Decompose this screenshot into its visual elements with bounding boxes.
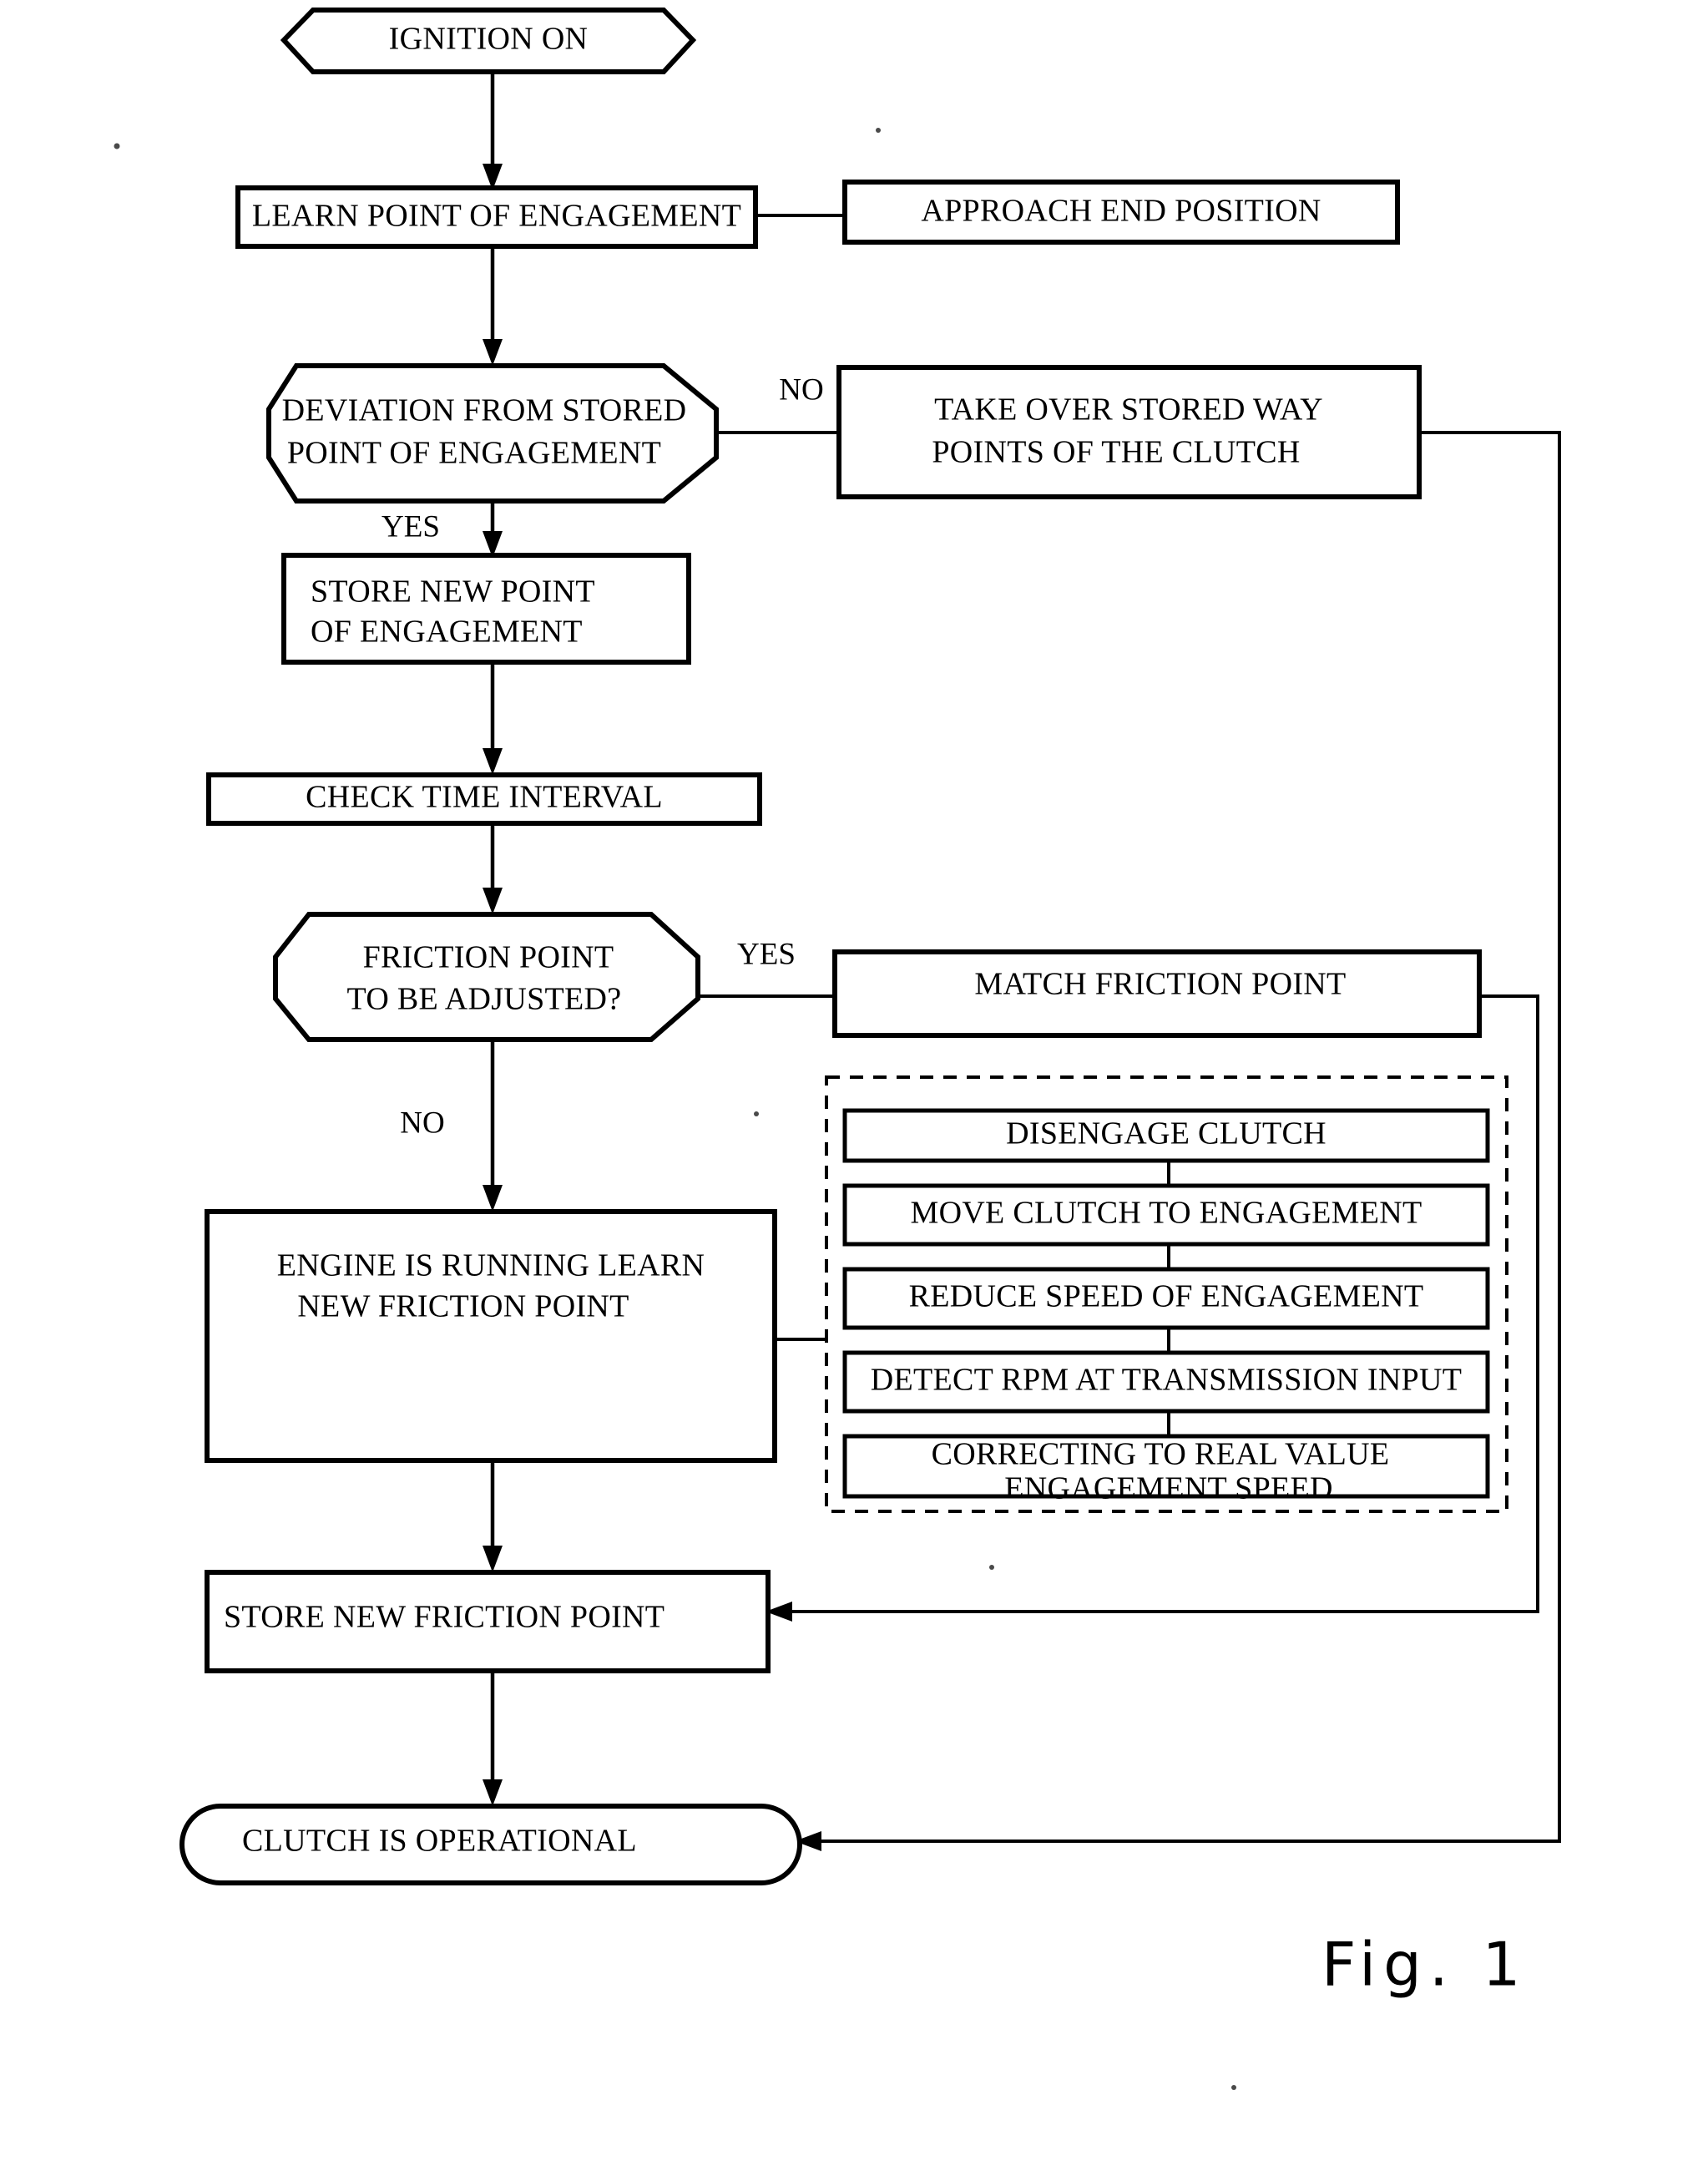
figure-root: IGNITION ON LEARN POINT OF ENGAGEMENT AP… — [0, 0, 1708, 2171]
scan-speck — [114, 143, 120, 149]
flowchart-svg: IGNITION ON LEARN POINT OF ENGAGEMENT AP… — [114, 8, 1561, 2090]
subprocess-step-3-label: REDUCE SPEED OF ENGAGEMENT — [909, 1279, 1424, 1314]
arrowhead-friction — [483, 888, 503, 914]
check-interval-label: CHECK TIME INTERVAL — [306, 780, 663, 815]
branch-label-deviation-yes: YES — [382, 509, 440, 544]
node-clutch-operational[interactable]: CLUTCH IS OPERATIONAL — [179, 1804, 802, 1885]
match-friction-label: MATCH FRICTION POINT — [974, 967, 1346, 1002]
take-over-label-line1: TAKE OVER STORED WAY — [934, 392, 1323, 428]
subprocess-step-5[interactable]: CORRECTING TO REAL VALUE ENGAGEMENT SPEE… — [842, 1434, 1490, 1506]
ignition-on-label: IGNITION ON — [389, 22, 589, 57]
arrowhead-clutch — [483, 1779, 503, 1806]
arrowhead-storefriction — [483, 1546, 503, 1572]
arrowhead-deviation — [483, 339, 503, 366]
engine-running-label-line2: NEW FRICTION POINT — [297, 1289, 629, 1324]
friction-decision-label-line1: FRICTION POINT — [363, 940, 614, 975]
node-store-friction[interactable]: STORE NEW FRICTION POINT — [205, 1570, 771, 1673]
subprocess-step-3[interactable]: REDUCE SPEED OF ENGAGEMENT — [842, 1267, 1490, 1330]
subprocess-step-4[interactable]: DETECT RPM AT TRANSMISSION INPUT — [842, 1350, 1490, 1414]
deviation-label-line2: POINT OF ENGAGEMENT — [287, 436, 661, 471]
arrowhead-engine — [483, 1185, 503, 1212]
clutch-operational-label: CLUTCH IS OPERATIONAL — [242, 1824, 637, 1859]
subprocess-step-4-label: DETECT RPM AT TRANSMISSION INPUT — [871, 1363, 1463, 1398]
deviation-shape — [266, 363, 719, 504]
store-new-point-label-line2: OF ENGAGEMENT — [311, 615, 583, 650]
friction-decision-shape — [273, 912, 700, 1042]
friction-decision-label-line2: TO BE ADJUSTED? — [347, 982, 622, 1017]
node-take-over[interactable]: TAKE OVER STORED WAY POINTS OF THE CLUTC… — [836, 365, 1422, 499]
scan-speck — [1231, 2085, 1236, 2090]
node-approach-end[interactable]: APPROACH END POSITION — [842, 180, 1400, 245]
subprocess-step-5-label-line2: ENGAGEMENT SPEED — [1004, 1471, 1333, 1506]
store-new-point-label-line1: STORE NEW POINT — [311, 574, 595, 610]
take-over-shape — [836, 365, 1422, 499]
node-store-new-point[interactable]: STORE NEW POINT OF ENGAGEMENT — [281, 553, 691, 665]
subprocess-step-1[interactable]: DISENGAGE CLUTCH — [842, 1108, 1490, 1163]
node-ignition-on[interactable]: IGNITION ON — [280, 8, 697, 74]
deviation-label-line1: DEVIATION FROM STORED — [282, 393, 687, 428]
store-friction-label: STORE NEW FRICTION POINT — [224, 1600, 665, 1635]
node-friction-decision[interactable]: FRICTION POINT TO BE ADJUSTED? — [273, 912, 700, 1042]
node-deviation-decision[interactable]: DEVIATION FROM STORED POINT OF ENGAGEMEN… — [266, 363, 719, 504]
branch-label-friction-no: NO — [400, 1106, 444, 1140]
engine-running-label-line1: ENGINE IS RUNNING LEARN — [277, 1248, 705, 1283]
subprocess-group: DISENGAGE CLUTCH MOVE CLUTCH TO ENGAGEME… — [825, 1075, 1508, 1513]
learn-point-label: LEARN POINT OF ENGAGEMENT — [252, 199, 741, 234]
scan-speck — [876, 128, 881, 133]
node-engine-running[interactable]: ENGINE IS RUNNING LEARN NEW FRICTION POI… — [205, 1209, 777, 1463]
subprocess-step-5-label-line1: CORRECTING TO REAL VALUE — [932, 1437, 1390, 1472]
branch-label-deviation-no: NO — [779, 372, 823, 407]
node-check-interval[interactable]: CHECK TIME INTERVAL — [206, 772, 762, 826]
subprocess-step-1-label: DISENGAGE CLUTCH — [1006, 1116, 1326, 1151]
node-match-friction[interactable]: MATCH FRICTION POINT — [832, 949, 1482, 1038]
subprocess-step-2[interactable]: MOVE CLUTCH TO ENGAGEMENT — [842, 1183, 1490, 1247]
scan-speck — [989, 1565, 994, 1570]
figure-caption: Fig. 1 — [1321, 1930, 1528, 2000]
take-over-label-line2: POINTS OF THE CLUTCH — [932, 435, 1300, 470]
arrowhead-check — [483, 748, 503, 775]
node-learn-point[interactable]: LEARN POINT OF ENGAGEMENT — [235, 185, 758, 249]
approach-end-label: APPROACH END POSITION — [921, 194, 1321, 229]
subprocess-step-2-label: MOVE CLUTCH TO ENGAGEMENT — [910, 1196, 1422, 1231]
branch-label-friction-yes: YES — [737, 937, 796, 971]
scan-speck — [754, 1111, 759, 1116]
